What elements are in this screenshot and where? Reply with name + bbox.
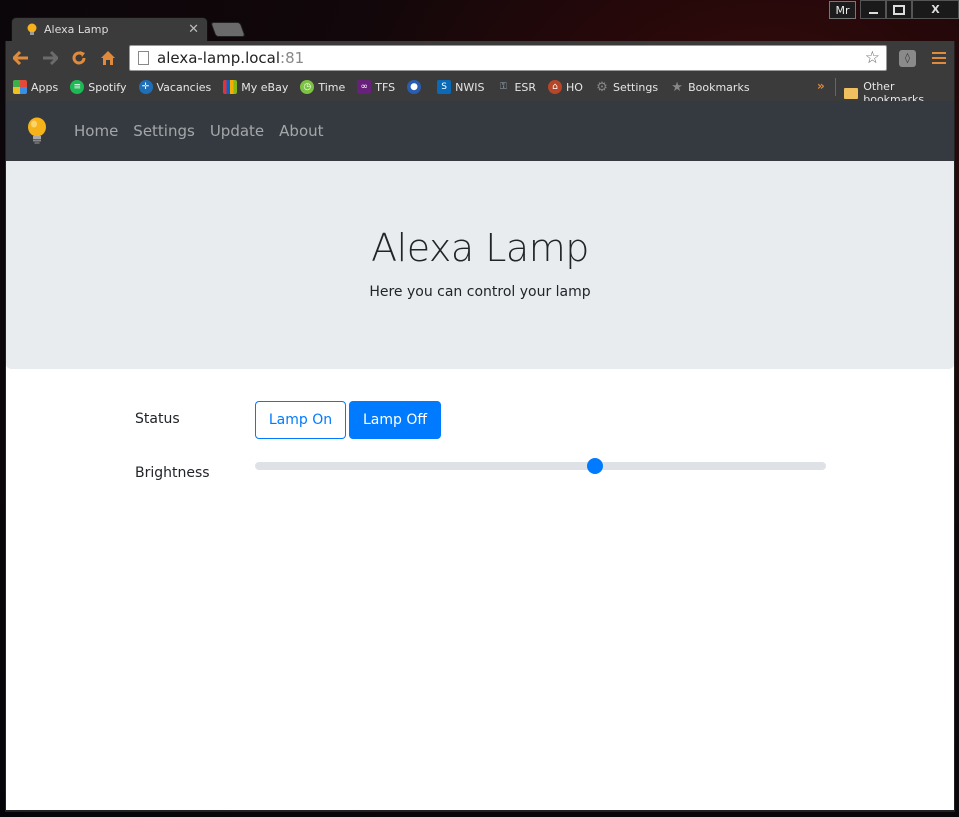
time-icon: ◷ (300, 80, 315, 94)
tab-close-icon[interactable]: ✕ (188, 22, 199, 37)
forward-arrow-icon[interactable] (35, 46, 64, 70)
bookmark-circle-logo[interactable]: ● (407, 80, 425, 94)
ho-icon: ⌂ (548, 80, 563, 94)
nav-settings[interactable]: Settings (133, 122, 195, 140)
bookmark-esr[interactable]: ⚿ ESR (496, 80, 536, 94)
visual-studio-icon: ∞ (357, 80, 372, 94)
circle-logo-icon: ● (407, 80, 422, 94)
lightbulb-brand-icon[interactable] (26, 117, 48, 145)
extension-icon[interactable]: ◊ (899, 50, 916, 67)
bookmark-time[interactable]: ◷ Time (300, 80, 345, 94)
bookmark-bookmarks[interactable]: ★ Bookmarks (670, 79, 749, 95)
chrome-menu-icon[interactable] (932, 52, 946, 64)
address-bar[interactable]: alexa-lamp.local:81 ☆ (129, 45, 887, 71)
brightness-slider-thumb[interactable] (586, 458, 603, 474)
bookmark-tfs[interactable]: ∞ TFS (357, 80, 395, 94)
key-icon: ⚿ (500, 82, 507, 92)
bookmark-apps[interactable]: Apps (13, 80, 58, 94)
page-viewport: Home Settings Update About Alexa Lamp He… (5, 101, 955, 812)
bookmark-vacancies[interactable]: ✛ Vacancies (138, 80, 211, 94)
reload-icon[interactable] (64, 46, 93, 70)
home-icon[interactable] (93, 46, 122, 70)
profile-button[interactable]: Mr (829, 1, 856, 19)
page-subtitle: Here you can control your lamp (369, 284, 591, 300)
apps-grid-icon (13, 80, 27, 94)
lightbulb-icon (27, 23, 37, 35)
back-arrow-icon[interactable] (6, 46, 35, 70)
bookmarks-bar: Apps ≡ Spotify ✛ Vacancies My eBay ◷ Time ∞… (6, 76, 954, 106)
minimize-button[interactable] (860, 0, 886, 19)
tab-title: Alexa Lamp (44, 23, 109, 36)
site-navbar: Home Settings Update About (6, 101, 954, 161)
gear-icon: ⚙ (596, 79, 608, 95)
more-bookmarks-chevron-icon[interactable]: » (817, 79, 825, 93)
browser-toolbar: alexa-lamp.local:81 ☆ ◊ Apps ≡ Spotify ✛ V… (5, 41, 955, 106)
address-url: alexa-lamp.local:81 (157, 49, 305, 67)
browser-tab[interactable]: Alexa Lamp ✕ (11, 17, 208, 42)
hero-banner: Alexa Lamp Here you can control your lam… (6, 161, 954, 369)
page-icon (138, 51, 149, 65)
new-tab-button[interactable] (210, 22, 246, 37)
maximize-button[interactable] (886, 0, 912, 19)
lamp-off-button[interactable]: Lamp Off (349, 401, 441, 439)
star-icon: ★ (671, 79, 683, 95)
sharepoint-icon: S (437, 80, 452, 94)
bookmark-ho[interactable]: ⌂ HO (548, 80, 583, 94)
bookmark-spotify[interactable]: ≡ Spotify (70, 80, 127, 94)
spotify-icon: ≡ (70, 80, 85, 94)
nav-home[interactable]: Home (74, 122, 118, 140)
brightness-label: Brightness (135, 465, 210, 481)
vacancies-icon: ✛ (138, 80, 153, 94)
nav-update[interactable]: Update (210, 122, 264, 140)
bookmark-my-ebay[interactable]: My eBay (223, 80, 288, 94)
close-window-button[interactable]: X (912, 0, 959, 19)
folder-icon (844, 87, 859, 99)
bookmark-settings[interactable]: ⚙ Settings (595, 79, 658, 95)
bookmark-star-icon[interactable]: ☆ (865, 48, 880, 68)
page-title: Alexa Lamp (371, 226, 589, 270)
brightness-slider[interactable] (255, 458, 826, 474)
browser-window: Mr X Alexa Lamp ✕ alexa-lamp.local:81 ☆ … (0, 0, 959, 817)
bookmark-nwis[interactable]: S NWIS (437, 80, 484, 94)
lamp-on-button[interactable]: Lamp On (255, 401, 346, 439)
nav-about[interactable]: About (279, 122, 323, 140)
bookmarks-divider (835, 78, 836, 96)
ebay-icon (223, 80, 238, 94)
status-label: Status (135, 411, 180, 427)
